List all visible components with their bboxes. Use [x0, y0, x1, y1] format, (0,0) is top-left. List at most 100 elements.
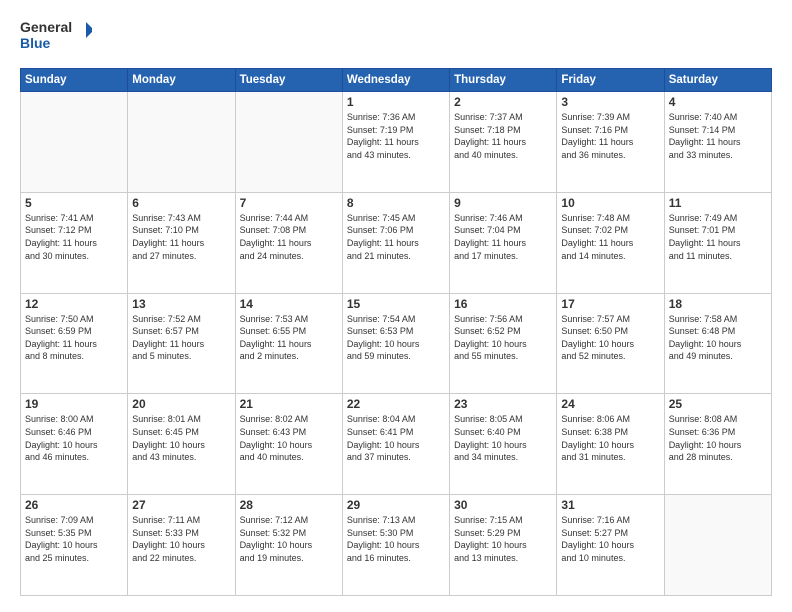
day-number: 6 [132, 196, 230, 210]
day-number: 14 [240, 297, 338, 311]
day-info: Sunrise: 7:46 AMSunset: 7:04 PMDaylight:… [454, 212, 552, 262]
weekday-header-cell: Friday [557, 69, 664, 92]
day-number: 26 [25, 498, 123, 512]
day-number: 4 [669, 95, 767, 109]
day-number: 10 [561, 196, 659, 210]
day-info: Sunrise: 7:39 AMSunset: 7:16 PMDaylight:… [561, 111, 659, 161]
day-number: 9 [454, 196, 552, 210]
day-info: Sunrise: 7:11 AMSunset: 5:33 PMDaylight:… [132, 514, 230, 564]
calendar-day-cell: 10 Sunrise: 7:48 AMSunset: 7:02 PMDayligh… [557, 192, 664, 293]
calendar-week-row: 26 Sunrise: 7:09 AMSunset: 5:35 PMDayligh… [21, 495, 772, 596]
weekday-header-cell: Sunday [21, 69, 128, 92]
calendar-day-cell: 12 Sunrise: 7:50 AMSunset: 6:59 PMDayligh… [21, 293, 128, 394]
weekday-header-cell: Wednesday [342, 69, 449, 92]
day-info: Sunrise: 7:37 AMSunset: 7:18 PMDaylight:… [454, 111, 552, 161]
day-info: Sunrise: 7:48 AMSunset: 7:02 PMDaylight:… [561, 212, 659, 262]
calendar-day-cell: 11 Sunrise: 7:49 AMSunset: 7:01 PMDayligh… [664, 192, 771, 293]
day-number: 13 [132, 297, 230, 311]
calendar-day-cell: 4 Sunrise: 7:40 AMSunset: 7:14 PMDaylight… [664, 92, 771, 193]
day-number: 8 [347, 196, 445, 210]
calendar-day-cell: 22Sunrise: 8:04 AMSunset: 6:41 PMDayligh… [342, 394, 449, 495]
day-info: Sunrise: 8:01 AMSunset: 6:45 PMDaylight:… [132, 413, 230, 463]
day-info: Sunrise: 7:40 AMSunset: 7:14 PMDaylight:… [669, 111, 767, 161]
calendar-week-row: 1Sunrise: 7:36 AMSunset: 7:19 PMDaylight… [21, 92, 772, 193]
day-number: 24 [561, 397, 659, 411]
day-number: 3 [561, 95, 659, 109]
logo-svg: General Blue [20, 16, 92, 58]
calendar-day-cell: 2 Sunrise: 7:37 AMSunset: 7:18 PMDaylight… [450, 92, 557, 193]
day-number: 30 [454, 498, 552, 512]
day-info: Sunrise: 7:53 AMSunset: 6:55 PMDaylight:… [240, 313, 338, 363]
calendar-day-cell: 13 Sunrise: 7:52 AMSunset: 6:57 PMDayligh… [128, 293, 235, 394]
day-number: 1 [347, 95, 445, 109]
calendar-day-cell [21, 92, 128, 193]
day-info: Sunrise: 7:57 AMSunset: 6:50 PMDaylight:… [561, 313, 659, 363]
day-info: Sunrise: 7:09 AMSunset: 5:35 PMDaylight:… [25, 514, 123, 564]
day-info: Sunrise: 7:16 AMSunset: 5:27 PMDaylight:… [561, 514, 659, 564]
calendar-day-cell: 17 Sunrise: 7:57 AMSunset: 6:50 PMDayligh… [557, 293, 664, 394]
day-info: Sunrise: 7:12 AMSunset: 5:32 PMDaylight:… [240, 514, 338, 564]
day-info: Sunrise: 7:49 AMSunset: 7:01 PMDaylight:… [669, 212, 767, 262]
day-info: Sunrise: 7:58 AMSunset: 6:48 PMDaylight:… [669, 313, 767, 363]
calendar-day-cell: 8Sunrise: 7:45 AMSunset: 7:06 PMDaylight… [342, 192, 449, 293]
calendar-week-row: 12 Sunrise: 7:50 AMSunset: 6:59 PMDayligh… [21, 293, 772, 394]
calendar-day-cell: 9 Sunrise: 7:46 AMSunset: 7:04 PMDaylight… [450, 192, 557, 293]
logo: General Blue [20, 16, 92, 58]
calendar-week-row: 19 Sunrise: 8:00 AMSunset: 6:46 PMDayligh… [21, 394, 772, 495]
page: General Blue SundayMondayTuesdayWednesda… [0, 0, 792, 612]
calendar-day-cell: 3 Sunrise: 7:39 AMSunset: 7:16 PMDaylight… [557, 92, 664, 193]
svg-text:General: General [20, 19, 72, 35]
calendar-day-cell: 23 Sunrise: 8:05 AMSunset: 6:40 PMDayligh… [450, 394, 557, 495]
day-number: 19 [25, 397, 123, 411]
weekday-header-cell: Saturday [664, 69, 771, 92]
calendar-day-cell: 27 Sunrise: 7:11 AMSunset: 5:33 PMDayligh… [128, 495, 235, 596]
day-number: 22 [347, 397, 445, 411]
calendar-day-cell: 7 Sunrise: 7:44 AMSunset: 7:08 PMDaylight… [235, 192, 342, 293]
day-number: 21 [240, 397, 338, 411]
day-number: 7 [240, 196, 338, 210]
day-number: 28 [240, 498, 338, 512]
calendar-day-cell: 25 Sunrise: 8:08 AMSunset: 6:36 PMDayligh… [664, 394, 771, 495]
day-info: Sunrise: 7:50 AMSunset: 6:59 PMDaylight:… [25, 313, 123, 363]
day-info: Sunrise: 7:44 AMSunset: 7:08 PMDaylight:… [240, 212, 338, 262]
day-number: 5 [25, 196, 123, 210]
calendar-day-cell [128, 92, 235, 193]
day-number: 2 [454, 95, 552, 109]
day-info: Sunrise: 7:41 AMSunset: 7:12 PMDaylight:… [25, 212, 123, 262]
day-number: 29 [347, 498, 445, 512]
calendar-day-cell [235, 92, 342, 193]
weekday-header-cell: Thursday [450, 69, 557, 92]
calendar-table: SundayMondayTuesdayWednesdayThursdayFrid… [20, 68, 772, 596]
day-number: 25 [669, 397, 767, 411]
day-number: 18 [669, 297, 767, 311]
weekday-header-cell: Tuesday [235, 69, 342, 92]
day-info: Sunrise: 8:08 AMSunset: 6:36 PMDaylight:… [669, 413, 767, 463]
calendar-day-cell: 20 Sunrise: 8:01 AMSunset: 6:45 PMDayligh… [128, 394, 235, 495]
calendar-day-cell: 19 Sunrise: 8:00 AMSunset: 6:46 PMDayligh… [21, 394, 128, 495]
day-info: Sunrise: 7:15 AMSunset: 5:29 PMDaylight:… [454, 514, 552, 564]
calendar-day-cell: 6Sunrise: 7:43 AMSunset: 7:10 PMDaylight… [128, 192, 235, 293]
weekday-header-row: SundayMondayTuesdayWednesdayThursdayFrid… [21, 69, 772, 92]
day-number: 17 [561, 297, 659, 311]
calendar-day-cell: 5 Sunrise: 7:41 AMSunset: 7:12 PMDaylight… [21, 192, 128, 293]
day-info: Sunrise: 7:54 AMSunset: 6:53 PMDaylight:… [347, 313, 445, 363]
calendar-day-cell: 18 Sunrise: 7:58 AMSunset: 6:48 PMDayligh… [664, 293, 771, 394]
day-number: 20 [132, 397, 230, 411]
day-number: 27 [132, 498, 230, 512]
day-number: 31 [561, 498, 659, 512]
day-info: Sunrise: 7:13 AMSunset: 5:30 PMDaylight:… [347, 514, 445, 564]
calendar-day-cell: 14 Sunrise: 7:53 AMSunset: 6:55 PMDayligh… [235, 293, 342, 394]
day-info: Sunrise: 8:06 AMSunset: 6:38 PMDaylight:… [561, 413, 659, 463]
day-number: 15 [347, 297, 445, 311]
day-info: Sunrise: 8:05 AMSunset: 6:40 PMDaylight:… [454, 413, 552, 463]
calendar-day-cell: 24 Sunrise: 8:06 AMSunset: 6:38 PMDayligh… [557, 394, 664, 495]
day-number: 23 [454, 397, 552, 411]
day-number: 16 [454, 297, 552, 311]
day-number: 11 [669, 196, 767, 210]
day-info: Sunrise: 7:52 AMSunset: 6:57 PMDaylight:… [132, 313, 230, 363]
day-number: 12 [25, 297, 123, 311]
day-info: Sunrise: 8:00 AMSunset: 6:46 PMDaylight:… [25, 413, 123, 463]
calendar-week-row: 5 Sunrise: 7:41 AMSunset: 7:12 PMDaylight… [21, 192, 772, 293]
calendar-day-cell: 16Sunrise: 7:56 AMSunset: 6:52 PMDayligh… [450, 293, 557, 394]
weekday-header-cell: Monday [128, 69, 235, 92]
